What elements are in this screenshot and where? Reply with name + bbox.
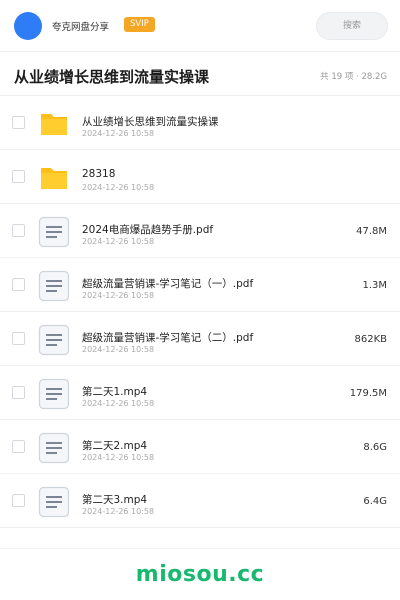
row-checkbox[interactable] <box>12 440 25 453</box>
row-checkbox[interactable] <box>12 170 25 183</box>
file-row[interactable]: 第二天3.mp4 2024-12-26 10:58 6.4G <box>0 474 400 528</box>
row-checkbox[interactable] <box>12 332 25 345</box>
row-checkbox[interactable] <box>12 224 25 237</box>
share-title: 夸克网盘分享 <box>52 22 110 33</box>
file-name: 从业绩增长思维到流量实操课 <box>82 116 219 128</box>
file-date: 2024-12-26 10:58 <box>82 237 155 246</box>
file-size: 8.6G <box>363 442 387 453</box>
file-date: 2024-12-26 10:58 <box>82 345 155 354</box>
file-date: 2024-12-26 10:58 <box>82 291 155 300</box>
search-input[interactable]: 搜索 <box>316 12 388 40</box>
file-size: 6.4G <box>363 496 387 507</box>
document-icon <box>38 324 70 356</box>
file-name: 2024电商爆品趋势手册.pdf <box>82 224 214 236</box>
file-row[interactable]: 第二天1.mp4 2024-12-26 10:58 179.5M <box>0 366 400 420</box>
file-date: 2024-12-26 10:58 <box>82 453 155 462</box>
file-row[interactable]: 从业绩增长思维到流量实操课 2024-12-26 10:58 <box>0 96 400 150</box>
row-checkbox[interactable] <box>12 278 25 291</box>
file-row[interactable]: 第二天2.mp4 2024-12-26 10:58 8.6G <box>0 420 400 474</box>
file-name: 第二天2.mp4 <box>82 440 148 452</box>
page-title: 从业绩增长思维到流量实操课 <box>14 68 210 86</box>
file-row[interactable]: 超级流量营销课-学习笔记（一）.pdf 2024-12-26 10:58 1.3M <box>0 258 400 312</box>
row-checkbox[interactable] <box>12 386 25 399</box>
watermark: miosou.cc <box>135 562 265 587</box>
item-count-meta: 共 19 项 · 28.2G <box>320 72 387 82</box>
file-size: 1.3M <box>362 280 387 291</box>
file-date: 2024-12-26 10:58 <box>82 129 155 138</box>
file-row[interactable]: 超级流量营销课-学习笔记（二）.pdf 2024-12-26 10:58 862KB <box>0 312 400 366</box>
row-checkbox[interactable] <box>12 494 25 507</box>
file-name: 第二天3.mp4 <box>82 494 148 506</box>
file-row[interactable]: 2024电商爆品趋势手册.pdf 2024-12-26 10:58 47.8M <box>0 204 400 258</box>
file-date: 2024-12-26 10:58 <box>82 507 155 516</box>
folder-icon <box>38 108 70 140</box>
folder-icon <box>38 162 70 194</box>
file-name: 28318 <box>82 168 116 180</box>
file-name: 超级流量营销课-学习笔记（一）.pdf <box>82 278 254 290</box>
folder-header: 从业绩增长思维到流量实操课 共 19 项 · 28.2G <box>0 52 400 96</box>
file-date: 2024-12-26 10:58 <box>82 399 155 408</box>
row-checkbox[interactable] <box>12 116 25 129</box>
document-icon <box>38 270 70 302</box>
file-name: 超级流量营销课-学习笔记（二）.pdf <box>82 332 254 344</box>
top-bar: 夸克网盘分享 SVIP 搜索 <box>0 0 400 52</box>
avatar[interactable] <box>14 12 42 40</box>
file-name: 第二天1.mp4 <box>82 386 148 398</box>
document-icon <box>38 216 70 248</box>
svip-badge: SVIP <box>124 17 155 32</box>
document-icon <box>38 486 70 518</box>
file-list: 从业绩增长思维到流量实操课 2024-12-26 10:58 28318 2024-1… <box>0 96 400 528</box>
file-row[interactable]: 28318 2024-12-26 10:58 <box>0 150 400 204</box>
file-size: 47.8M <box>356 226 387 237</box>
file-size: 179.5M <box>349 388 387 399</box>
file-size: 862KB <box>354 334 387 345</box>
file-date: 2024-12-26 10:58 <box>82 183 155 192</box>
document-icon <box>38 378 70 410</box>
document-icon <box>38 432 70 464</box>
